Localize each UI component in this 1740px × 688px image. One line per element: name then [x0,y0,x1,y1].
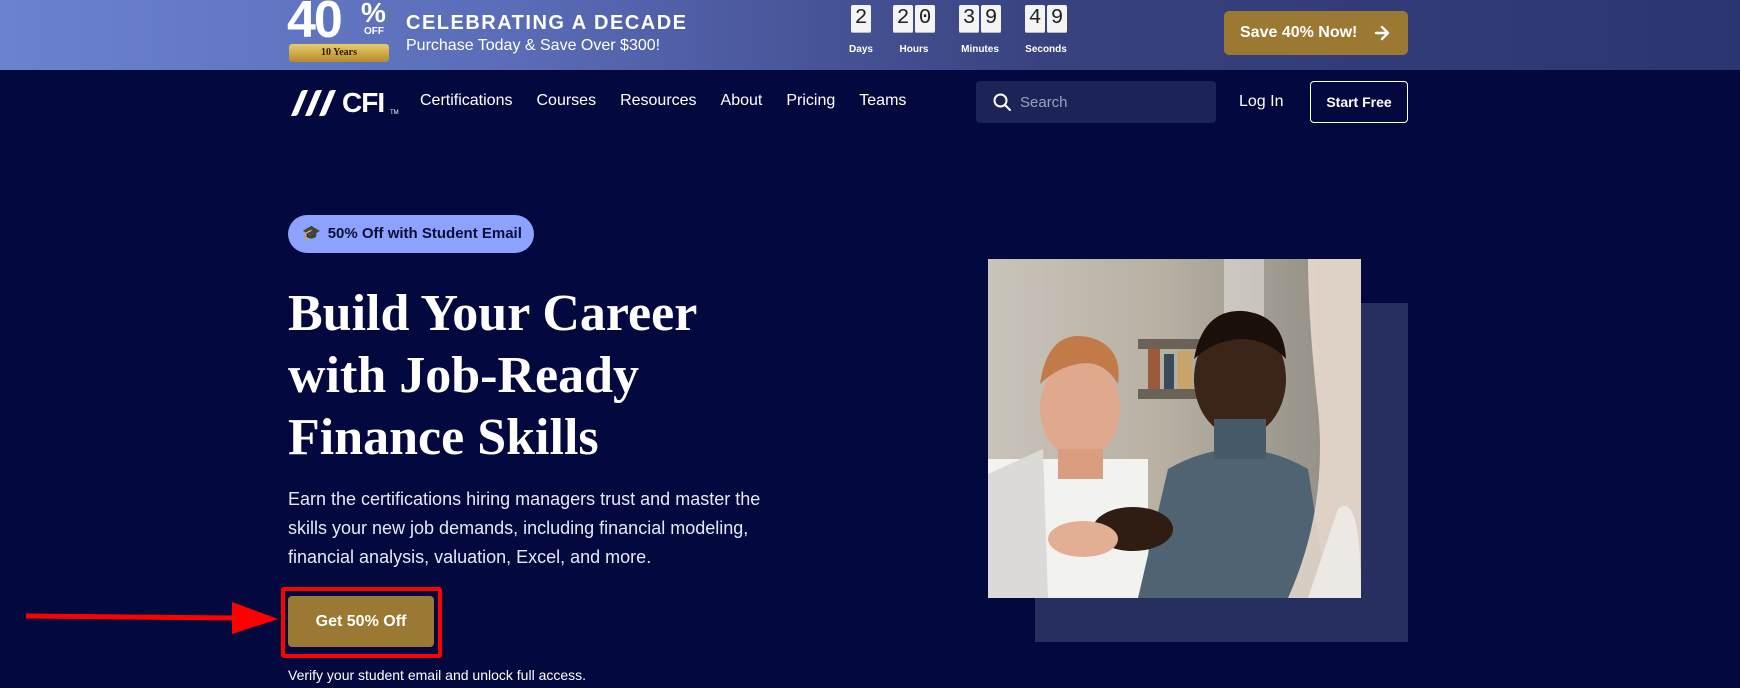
hero-description-line: financial analysis, valuation, Excel, an… [288,547,652,567]
nav-links: Certifications Courses Resources About P… [420,90,930,112]
save-40-button[interactable]: Save 40% Now! [1224,11,1408,55]
hero-title-line: with Job-Ready [288,347,640,404]
search-box[interactable] [976,81,1216,123]
countdown-days: 2 Days [848,5,874,55]
arrow-right-icon [1374,11,1390,71]
login-link[interactable]: Log In [1239,91,1283,113]
countdown-digit: 2 [893,5,913,33]
hero-description-line: Earn the certifications hiring managers … [288,489,761,509]
badge-ribbon: 10 Years [289,44,389,62]
pill-label: 50% Off with Student Email [327,225,522,242]
countdown-digit: 2 [851,5,871,33]
countdown-label: Seconds [1025,44,1067,55]
nav-link-about[interactable]: About [721,90,763,112]
badge-number: 40 [287,0,343,49]
countdown-hours: 2 0 Hours [888,5,940,55]
countdown-minutes: 3 9 Minutes [952,5,1008,55]
annotation-arrow-icon [25,602,278,634]
nav-link-resources[interactable]: Resources [620,90,696,112]
countdown-seconds: 4 9 Seconds [1018,5,1074,55]
student-discount-pill[interactable]: 🎓 50% Off with Student Email [288,215,534,253]
save-40-label: Save 40% Now! [1240,24,1358,41]
anniversary-badge: 40 % OFF 10 Years [287,0,391,66]
promo-title: CELEBRATING A DECADE [406,12,688,34]
main-nav: CFI TM Certifications Courses Resources … [0,70,1740,134]
countdown-digit: 9 [981,5,1001,33]
countdown-digit: 0 [915,5,935,33]
badge-percent: % [361,0,386,28]
countdown-label: Hours [899,44,929,55]
hero-description-line: skills your new job demands, including f… [288,518,749,538]
logo-mark-icon [291,90,336,116]
nav-link-pricing[interactable]: Pricing [786,90,835,112]
countdown-label: Days [849,44,873,55]
countdown-label: Minutes [961,44,999,55]
get-50-off-button[interactable]: Get 50% Off [288,596,434,647]
nav-link-courses[interactable]: Courses [536,90,596,112]
cfi-logo[interactable]: CFI TM [287,86,399,118]
hero-description: Earn the certifications hiring managers … [288,485,818,572]
hero-title-line: Build Your Career [288,285,698,342]
promo-banner: 40 % OFF 10 Years CELEBRATING A DECADE P… [0,0,1740,70]
logo-text: CFI [342,87,385,118]
verify-note: Verify your student email and unlock ful… [288,667,587,683]
search-icon [992,92,1012,117]
nav-link-teams[interactable]: Teams [859,90,906,112]
start-free-button[interactable]: Start Free [1310,81,1408,123]
search-input[interactable] [1020,81,1200,123]
hero-title-line: Finance Skills [288,409,599,466]
hero-photo [988,259,1361,598]
countdown-digit: 4 [1025,5,1045,33]
countdown-digit: 3 [959,5,979,33]
hero-title: Build Your Career with Job-Ready Finance… [288,283,808,469]
logo-trademark: TM [390,110,399,116]
badge-off: OFF [364,26,384,37]
nav-link-certifications[interactable]: Certifications [420,90,512,112]
graduation-cap-icon: 🎓 [302,225,321,242]
countdown-digit: 9 [1047,5,1067,33]
promo-subtitle: Purchase Today & Save Over $300! [406,37,661,54]
